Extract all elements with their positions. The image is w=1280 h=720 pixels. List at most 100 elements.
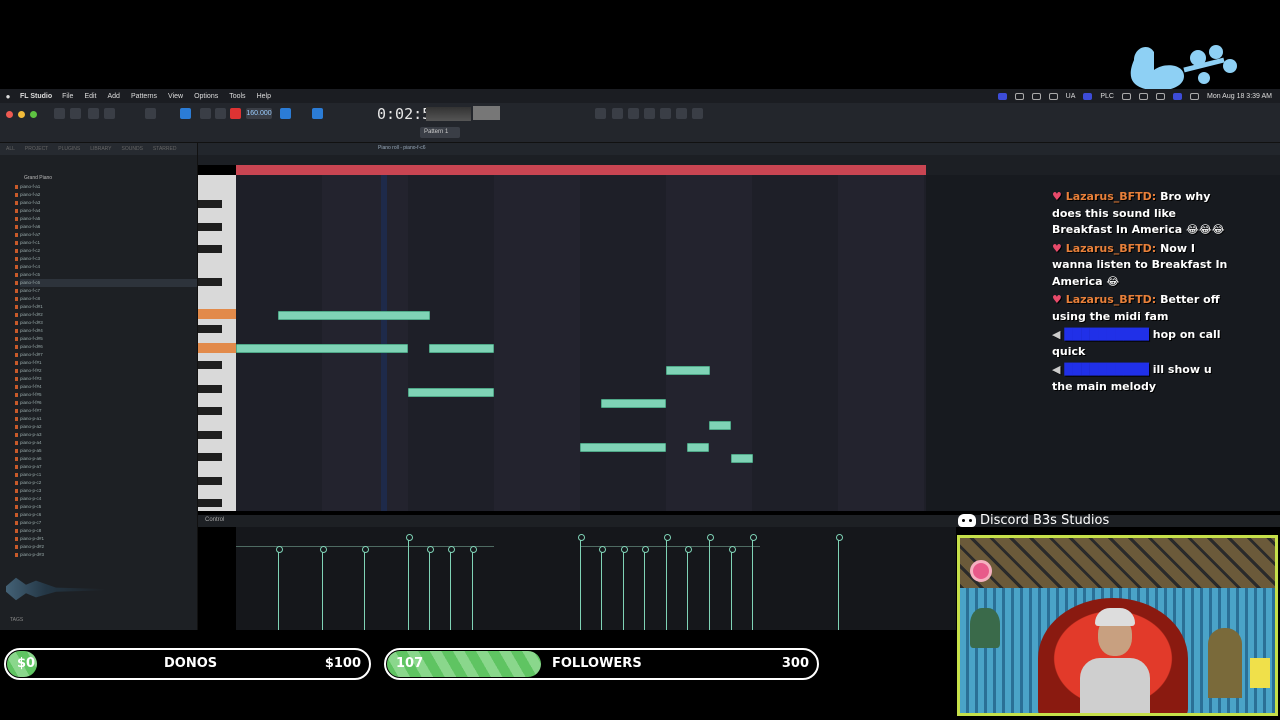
piano-keyboard[interactable]: [198, 175, 236, 511]
black-key[interactable]: [198, 385, 222, 393]
browser-item[interactable]: piano-f-a2: [15, 191, 197, 199]
black-key[interactable]: [198, 477, 222, 485]
toolbar-button[interactable]: [612, 108, 623, 119]
toolbar-button[interactable]: [312, 108, 323, 119]
toolbar-button[interactable]: [595, 108, 606, 119]
velocity-lane[interactable]: [236, 527, 956, 630]
toolbar-button[interactable]: [54, 108, 65, 119]
browser-item[interactable]: piano-f-f#7: [15, 407, 197, 415]
browser-item[interactable]: piano-p-a5: [15, 447, 197, 455]
browser-item[interactable]: piano-f-f#4: [15, 383, 197, 391]
black-key[interactable]: [198, 407, 222, 415]
browser-item[interactable]: piano-f-f#3: [15, 375, 197, 383]
timeline-bar[interactable]: [236, 165, 926, 175]
velocity-stem[interactable]: [470, 546, 477, 630]
browser-item[interactable]: piano-p-c4: [15, 495, 197, 503]
wifi-icon[interactable]: [1156, 92, 1165, 100]
browser-item[interactable]: piano-p-c3: [15, 487, 197, 495]
toolbar-button[interactable]: [628, 108, 639, 119]
browser-item[interactable]: piano-f-c8: [15, 295, 197, 303]
browser-item[interactable]: piano-p-d#2: [15, 543, 197, 551]
close-window-icon[interactable]: [6, 111, 13, 118]
black-key[interactable]: [198, 431, 222, 439]
note[interactable]: [666, 366, 710, 375]
active-key[interactable]: [198, 343, 236, 353]
timeline-empty[interactable]: [926, 165, 1280, 175]
status-icon[interactable]: [1014, 92, 1024, 100]
browser-item[interactable]: piano-p-a6: [15, 455, 197, 463]
menu-edit[interactable]: Edit: [84, 93, 96, 100]
velocity-stem[interactable]: [750, 534, 757, 630]
browser-item[interactable]: piano-f-a4: [15, 207, 197, 215]
black-key[interactable]: [198, 325, 222, 333]
velocity-stem[interactable]: [427, 546, 434, 630]
active-key[interactable]: [198, 309, 236, 319]
velocity-stem[interactable]: [642, 546, 649, 630]
browser-item[interactable]: piano-p-a3: [15, 431, 197, 439]
plc-indicator[interactable]: PLC: [1100, 93, 1114, 100]
browser-item[interactable]: piano-f-c4: [15, 263, 197, 271]
control-label[interactable]: Control: [205, 517, 224, 523]
black-key[interactable]: [198, 499, 222, 507]
browser-item[interactable]: piano-f-d#4: [15, 327, 197, 335]
toolbar-button[interactable]: [692, 108, 703, 119]
tempo-display[interactable]: 160.000: [246, 108, 272, 119]
browser-tab-plugins[interactable]: PLUGINS: [58, 146, 80, 152]
black-key[interactable]: [198, 453, 222, 461]
toolbar-button[interactable]: [70, 108, 81, 119]
browser-item[interactable]: piano-f-d#6: [15, 343, 197, 351]
browser-item[interactable]: piano-f-a7: [15, 231, 197, 239]
apple-icon[interactable]: ●: [0, 92, 16, 101]
browser-item[interactable]: piano-p-c6: [15, 511, 197, 519]
browser-item[interactable]: piano-p-a7: [15, 463, 197, 471]
menu-patterns[interactable]: Patterns: [131, 93, 157, 100]
browser-tab-starred[interactable]: STARRED: [153, 146, 177, 152]
browser-item[interactable]: piano-f-a6: [15, 223, 197, 231]
velocity-stem[interactable]: [362, 546, 369, 630]
black-key[interactable]: [198, 278, 222, 286]
black-key[interactable]: [198, 223, 222, 231]
pattern-song-toggle[interactable]: [180, 108, 191, 119]
velocity-stem[interactable]: [685, 546, 692, 630]
browser-item[interactable]: piano-f-d#2: [15, 311, 197, 319]
menu-view[interactable]: View: [168, 93, 183, 100]
velocity-stem[interactable]: [664, 534, 671, 630]
browser-item[interactable]: piano-f-c6: [15, 279, 197, 287]
browser-item[interactable]: piano-f-f#1: [15, 359, 197, 367]
browser-item[interactable]: piano-f-a5: [15, 215, 197, 223]
velocity-stem[interactable]: [406, 534, 413, 630]
velocity-stem[interactable]: [578, 534, 585, 630]
velocity-stem[interactable]: [276, 546, 283, 630]
browser-item[interactable]: piano-p-a2: [15, 423, 197, 431]
toolbar-button[interactable]: [676, 108, 687, 119]
note[interactable]: [687, 443, 709, 452]
browser-item[interactable]: piano-p-c7: [15, 519, 197, 527]
browser-item[interactable]: piano-f-c1: [15, 239, 197, 247]
note[interactable]: [236, 344, 408, 353]
battery-icon[interactable]: [1139, 92, 1148, 100]
help-icon[interactable]: [644, 108, 655, 119]
browser-item[interactable]: piano-f-a3: [15, 199, 197, 207]
menu-app-name[interactable]: FL Studio: [20, 93, 52, 100]
browser-item[interactable]: piano-p-a4: [15, 439, 197, 447]
language-indicator[interactable]: UA: [1066, 93, 1076, 100]
browser-item[interactable]: piano-f-c5: [15, 271, 197, 279]
browser-tab-project[interactable]: PROJECT: [25, 146, 48, 152]
browser-item[interactable]: piano-p-c5: [15, 503, 197, 511]
browser-item[interactable]: piano-f-d#1: [15, 303, 197, 311]
black-key[interactable]: [198, 245, 222, 253]
pattern-selector[interactable]: Pattern 1: [420, 127, 460, 138]
status-app-icon[interactable]: [997, 92, 1007, 100]
note[interactable]: [709, 421, 731, 430]
black-key[interactable]: [198, 200, 222, 208]
tags-label[interactable]: TAGS: [10, 617, 23, 623]
note[interactable]: [408, 388, 494, 397]
browser-item[interactable]: piano-f-f#2: [15, 367, 197, 375]
black-key[interactable]: [198, 361, 222, 369]
toolbar-button[interactable]: [88, 108, 99, 119]
velocity-stem[interactable]: [621, 546, 628, 630]
search-icon[interactable]: [1190, 92, 1199, 100]
note[interactable]: [580, 443, 666, 452]
browser-item[interactable]: piano-f-c7: [15, 287, 197, 295]
menu-options[interactable]: Options: [194, 93, 218, 100]
